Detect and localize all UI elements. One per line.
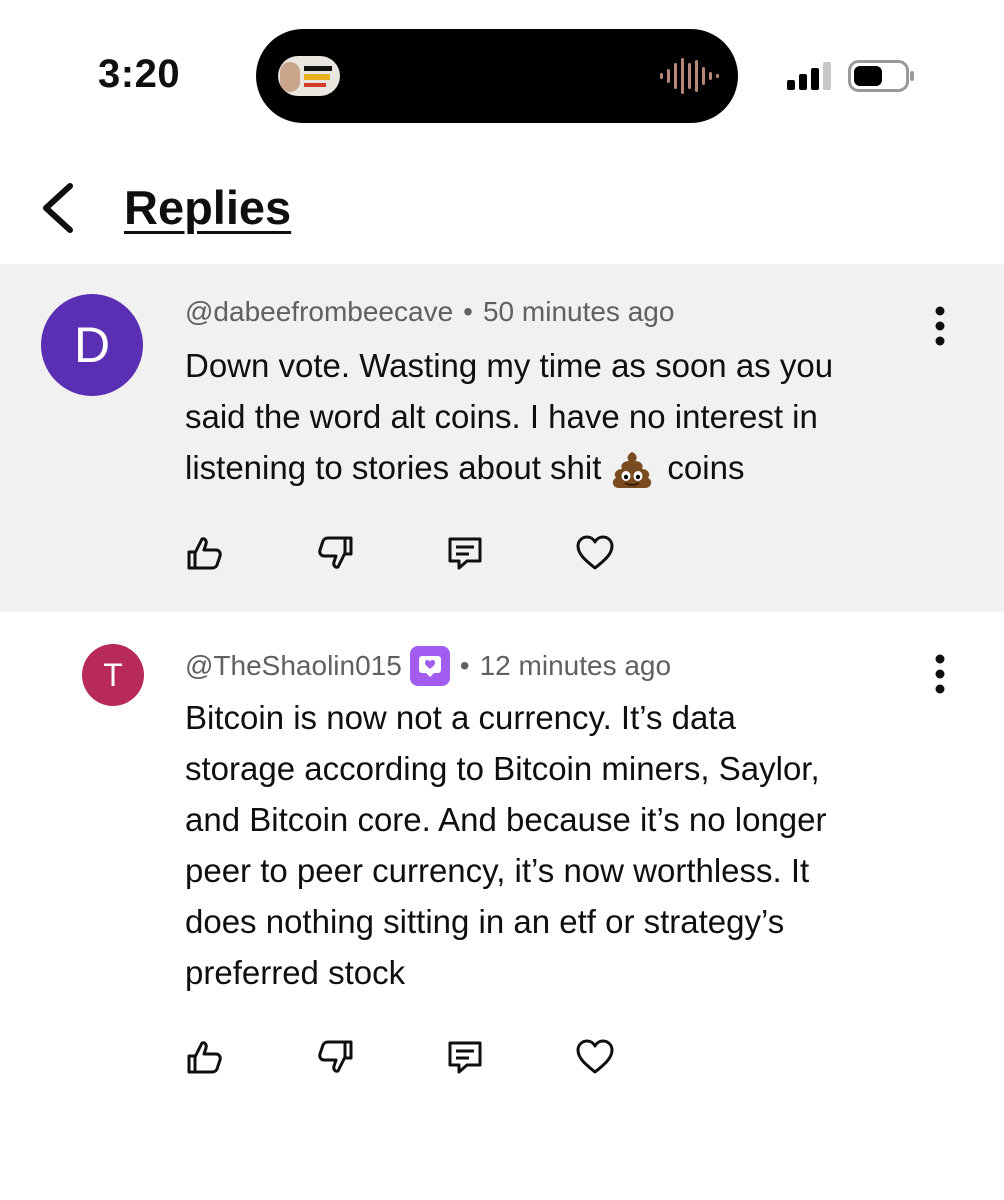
highlighted-comment: D @dabeefrombeecave • 50 minutes ago Dow… [0, 264, 1004, 612]
comment-line: Down vote. Wasting my time as soon as yo… [185, 347, 834, 384]
comment-line: storage according to Bitcoin miners, Say… [185, 750, 820, 787]
comment-time: 12 minutes ago [479, 650, 672, 681]
reply-icon [448, 1041, 482, 1074]
comment-text: Down vote. Wasting my time as soon as yo… [185, 340, 965, 493]
meta-separator: • [459, 650, 470, 681]
comment-line: listening to stories about shit [185, 449, 602, 486]
avatar-letter: D [73, 317, 111, 373]
page-title: Replies [124, 181, 292, 234]
comment-actions [180, 530, 620, 576]
like-button[interactable] [180, 1034, 230, 1080]
comment-line: and Bitcoin core. And because it’s no lo… [185, 801, 827, 838]
comment-actions [180, 1034, 620, 1080]
avatar-letter: T [103, 656, 123, 693]
chevron-left-icon[interactable] [36, 180, 80, 236]
comment-line-tail: coins [667, 449, 745, 486]
comment-line: Bitcoin is now not a currency. It’s data [185, 699, 736, 736]
thumbs-up-icon [187, 1041, 222, 1074]
author-handle[interactable]: @dabeefrombeecave [185, 296, 453, 328]
comment-meta: @TheShaolin015 • 12 minutes ago [185, 646, 671, 686]
battery-low-power-icon [848, 60, 914, 92]
comment-time: 50 minutes ago [482, 296, 675, 327]
now-playing-thumbnail [278, 56, 340, 96]
status-bar: 3:20 [0, 0, 1004, 140]
pile-of-poo-emoji [613, 452, 652, 489]
heart-button[interactable] [570, 1034, 620, 1080]
reply-button[interactable] [440, 530, 490, 576]
author-handle[interactable]: @TheShaolin015 [185, 650, 402, 682]
heart-icon [576, 1039, 614, 1074]
avatar[interactable]: D [41, 294, 143, 396]
audio-waveform-icon [660, 58, 719, 94]
dynamic-island[interactable] [256, 29, 738, 123]
comment-line: said the word alt coins. I have no inter… [185, 398, 818, 435]
like-button[interactable] [180, 530, 230, 576]
comment-text: Bitcoin is now not a currency. It’s data… [185, 692, 925, 998]
avatar[interactable]: T [82, 644, 144, 706]
reply-icon [448, 537, 482, 570]
comment-line-with-emoji: listening to stories about shit coins [185, 442, 965, 493]
heart-button[interactable] [570, 530, 620, 576]
thumbs-down-icon [318, 1040, 353, 1073]
meta-separator: • [463, 296, 473, 327]
comment-line: does nothing sitting in an etf or strate… [185, 903, 785, 940]
comment-meta: @dabeefrombeecave • 50 minutes ago [185, 296, 674, 328]
cellular-signal-icon [787, 62, 831, 90]
reply-button[interactable] [440, 1034, 490, 1080]
comment-line: preferred stock [185, 954, 406, 991]
member-badge-icon [409, 646, 450, 686]
heart-icon [576, 535, 614, 570]
thumbs-down-icon [318, 536, 353, 569]
dislike-button[interactable] [310, 1034, 360, 1080]
dislike-button[interactable] [310, 530, 360, 576]
more-options-icon[interactable] [926, 654, 954, 694]
replies-header: Replies [0, 150, 1004, 262]
reply-comment: T @TheShaolin015 • 12 minutes ago Bitcoi… [0, 614, 1004, 1200]
thumbs-up-icon [187, 537, 222, 570]
status-time: 3:20 [98, 52, 181, 96]
comment-line: peer to peer currency, it’s now worthles… [185, 852, 810, 889]
